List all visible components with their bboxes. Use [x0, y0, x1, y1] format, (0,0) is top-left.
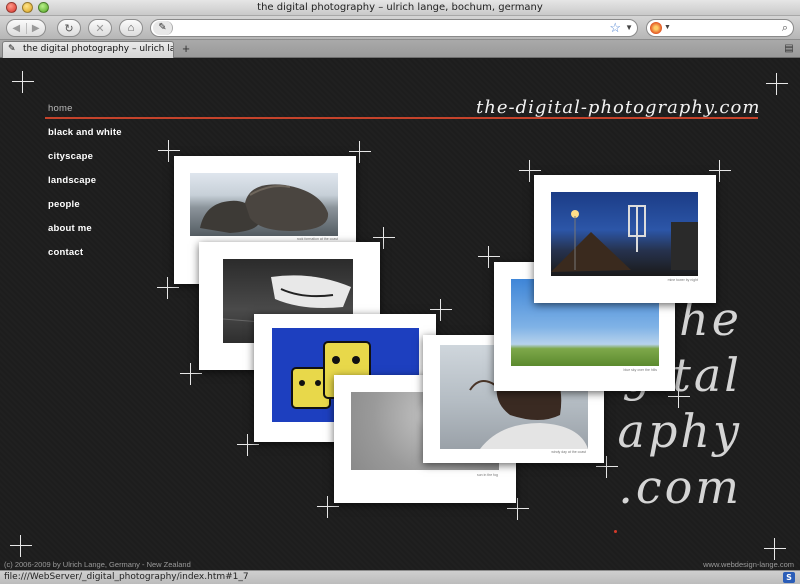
tab-active[interactable]: ✎ the digital photography – ulrich lange… [2, 41, 174, 58]
status-text: file:///WebServer/_digital_photography/i… [4, 572, 249, 582]
tab-label: the digital photography – ulrich lange, … [23, 44, 173, 54]
search-bar[interactable]: ▼ ⌕ [646, 19, 794, 37]
favicon-icon: ✎ [8, 44, 16, 54]
accent-dot [614, 530, 617, 533]
main-navigation: home black and white cityscape landscape… [48, 103, 122, 271]
crosshair-icon [10, 535, 32, 557]
photo-rocks-image [190, 173, 338, 236]
status-bar: file:///WebServer/_digital_photography/i… [0, 570, 800, 584]
photo-caption: blue sky over the hills [623, 368, 657, 372]
photo-caption: mine tower by night [667, 278, 698, 282]
navigation-toolbar: ◀ ▶ ↻ ✕ ⌂ ✎ ☆ ▼ ▼ ⌕ [0, 16, 800, 40]
nav-item-landscape[interactable]: landscape [48, 175, 122, 199]
back-icon[interactable]: ◀ [7, 23, 26, 34]
stop-icon: ✕ [95, 22, 105, 35]
home-button[interactable]: ⌂ [119, 19, 143, 37]
site-logo[interactable]: the-digital-photography.com [476, 97, 760, 118]
back-forward-group: ◀ ▶ [6, 19, 46, 37]
home-icon: ⌂ [127, 22, 135, 34]
photo-caption: sun in the fog [476, 473, 498, 477]
site-identity-icon[interactable]: ✎ [153, 21, 173, 35]
rocks-illustration [200, 184, 329, 233]
history-dropdown-icon[interactable]: ▼ [625, 20, 633, 36]
addon-s-icon[interactable]: S [783, 572, 795, 583]
forward-icon[interactable]: ▶ [25, 22, 46, 34]
nav-item-contact[interactable]: contact [48, 247, 122, 271]
photo-card-night[interactable]: mine tower by night [534, 175, 716, 303]
nav-item-about-me[interactable]: about me [48, 223, 122, 247]
bookmark-star-icon[interactable]: ☆ [609, 20, 621, 36]
tab-list-icon[interactable]: ▤ [782, 42, 796, 55]
nav-item-black-and-white[interactable]: black and white [48, 127, 122, 151]
nav-item-people[interactable]: people [48, 199, 122, 223]
stop-button[interactable]: ✕ [88, 19, 112, 37]
designer-link[interactable]: www.webdesign-lange.com [703, 560, 794, 569]
crosshair-icon [764, 538, 786, 560]
photo-night-image [551, 192, 698, 276]
header-divider [45, 117, 758, 119]
nav-item-cityscape[interactable]: cityscape [48, 151, 122, 175]
engine-dropdown-icon[interactable]: ▼ [664, 20, 671, 36]
nav-item-home[interactable]: home [48, 103, 122, 127]
web-page: the-digital-photography.com home black a… [0, 59, 800, 570]
reload-icon: ↻ [64, 22, 74, 35]
new-tab-button[interactable]: + [178, 42, 194, 56]
crosshair-icon [766, 73, 788, 95]
copyright-text: (c) 2006-2009 by Ulrich Lange, Germany -… [4, 560, 191, 569]
night-illustration [551, 205, 698, 272]
tab-bar: ✎ the digital photography – ulrich lange… [0, 40, 800, 58]
photo-caption: rock formation at the coast [296, 237, 338, 241]
search-engine-icon[interactable] [650, 22, 662, 34]
address-bar[interactable]: ✎ ☆ ▼ [150, 19, 638, 37]
search-icon[interactable]: ⌕ [782, 20, 788, 36]
photo-caption: windy day at the coast [551, 450, 586, 454]
reload-button[interactable]: ↻ [57, 19, 81, 37]
window-title: the digital photography – ulrich lange, … [257, 2, 543, 13]
window-titlebar: the digital photography – ulrich lange, … [0, 0, 800, 16]
crosshair-icon [12, 71, 34, 93]
